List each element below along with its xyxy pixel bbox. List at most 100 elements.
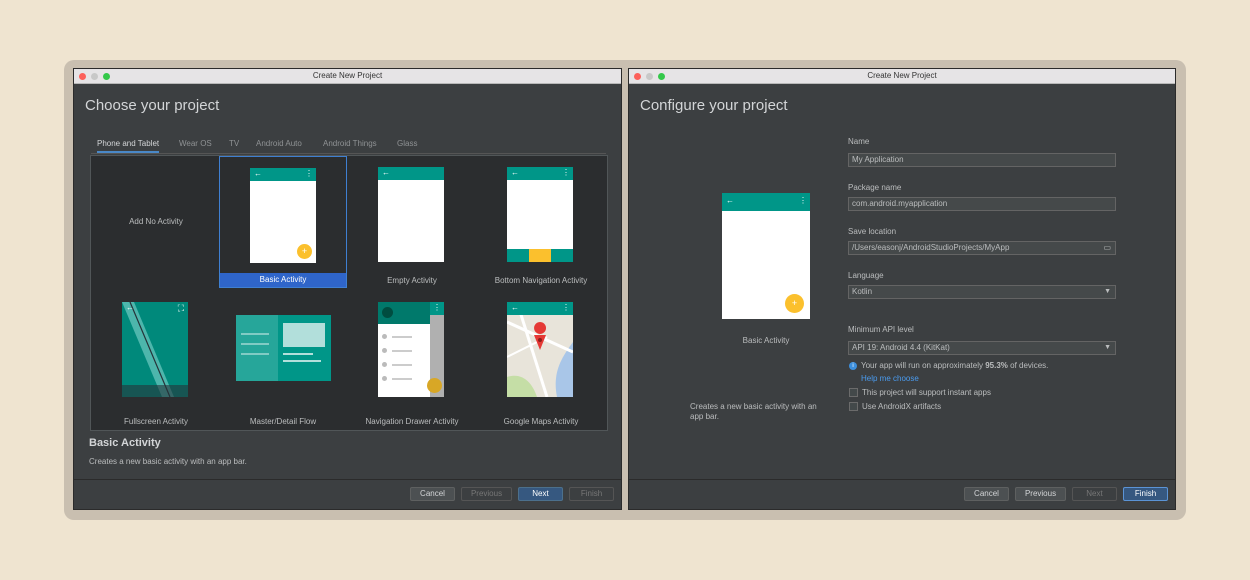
activity-label: Bottom Navigation Activity: [494, 276, 588, 285]
bottom-navigation-thumbnail: ← ⋮: [507, 167, 573, 262]
dialog-footer: Cancel Previous Next Finish: [629, 479, 1175, 509]
map-graphic: [507, 302, 573, 397]
activity-basic-activity[interactable]: ← ⋮ + Basic Activity: [219, 156, 347, 288]
finish-button[interactable]: Finish: [569, 487, 614, 501]
title-bar: Create New Project: [74, 69, 621, 84]
fab-add-icon: +: [785, 294, 804, 313]
tab-tv[interactable]: TV: [229, 139, 239, 148]
previous-button[interactable]: Previous: [461, 487, 512, 501]
back-arrow-icon: ←: [254, 169, 262, 178]
help-me-choose-link[interactable]: Help me choose: [861, 374, 919, 383]
folder-icon[interactable]: ▭: [1103, 242, 1111, 254]
language-label: Language: [848, 271, 884, 280]
coverage-percent: 95.3%: [985, 361, 1008, 370]
activity-label: Empty Activity: [387, 276, 437, 285]
page-title: Configure your project: [640, 97, 788, 114]
save-location-value: /Users/easonj/AndroidStudioProjects/MyAp…: [852, 243, 1010, 252]
master-pane: [236, 315, 278, 381]
basic-activity-thumbnail: ← ⋮ +: [250, 168, 316, 263]
back-arrow-icon: ←: [511, 168, 519, 177]
activity-navigation-drawer[interactable]: ⋮ Navigation Drawer Activity: [348, 294, 476, 426]
google-maps-thumbnail: ← ⋮: [507, 302, 573, 397]
master-detail-thumbnail: [236, 315, 331, 381]
dialog-footer: Cancel Previous Next Finish: [74, 479, 621, 509]
drawer-panel: [378, 302, 430, 397]
overflow-menu-icon: ⋮: [433, 303, 441, 312]
preview-description: Creates a new basic activity with an app…: [690, 402, 817, 421]
back-arrow-icon: ←: [126, 303, 134, 312]
fullscreen-thumbnail: ← ⛶: [122, 302, 188, 397]
fullscreen-diagonal-graphic: [122, 302, 188, 397]
activity-label: Master/Detail Flow: [249, 417, 317, 426]
language-value: Kotlin: [852, 287, 873, 296]
activity-add-no-activity[interactable]: Add No Activity: [92, 157, 220, 289]
androidx-label: Use AndroidX artifacts: [862, 402, 942, 411]
name-field[interactable]: My Application: [848, 153, 1116, 167]
instant-apps-checkbox[interactable]: [849, 388, 858, 397]
back-arrow-icon: ←: [382, 168, 390, 177]
minimum-api-value: API 19: Android 4.4 (KitKat): [852, 343, 950, 352]
device-tabs: Phone and Tablet Wear OS TV Android Auto…: [91, 137, 606, 154]
activity-google-maps[interactable]: ← ⋮ Google Maps Activity: [477, 294, 605, 426]
selected-activity-description: Creates a new basic activity with an app…: [89, 457, 247, 466]
activity-empty-activity[interactable]: ← Empty Activity: [348, 157, 476, 289]
package-name-field[interactable]: com.android.myapplication: [848, 197, 1116, 211]
tab-android-auto[interactable]: Android Auto: [256, 139, 302, 148]
fab-icon: [427, 378, 442, 393]
previous-button[interactable]: Previous: [1015, 487, 1066, 501]
info-prefix: Your app will run on approximately: [861, 361, 986, 370]
detail-pane: [283, 323, 325, 347]
cancel-button[interactable]: Cancel: [964, 487, 1009, 501]
instant-apps-label: This project will support instant apps: [862, 388, 991, 397]
basic-activity-preview: ← ⋮ +: [722, 193, 810, 319]
bottom-nav-bar: [507, 249, 573, 262]
chevron-down-icon: ▼: [1104, 288, 1111, 295]
language-select[interactable]: Kotlin ▼: [848, 285, 1116, 299]
window-title: Create New Project: [867, 71, 937, 80]
activity-grid: Add No Activity ← ⋮ + Basic Activity ← Em…: [90, 155, 608, 431]
chevron-down-icon: ▼: [1104, 344, 1111, 351]
activity-fullscreen[interactable]: ← ⛶ Fullscreen Activity: [92, 294, 220, 426]
minimum-api-select[interactable]: API 19: Android 4.4 (KitKat) ▼: [848, 341, 1116, 355]
tab-phone-and-tablet[interactable]: Phone and Tablet: [97, 139, 160, 153]
back-arrow-icon: ←: [511, 303, 519, 312]
overflow-menu-icon: ⋮: [562, 303, 570, 312]
activity-bottom-navigation[interactable]: ← ⋮ Bottom Navigation Activity: [477, 157, 605, 289]
info-suffix: of devices.: [1007, 361, 1049, 370]
activity-master-detail-flow[interactable]: Master/Detail Flow: [219, 294, 347, 426]
title-bar: Create New Project: [629, 69, 1175, 84]
preview-label: Basic Activity: [742, 336, 790, 345]
package-name-label: Package name: [848, 183, 902, 192]
bottom-nav-selected-item: [529, 249, 551, 262]
tab-wear-os[interactable]: Wear OS: [179, 139, 212, 148]
finish-button[interactable]: Finish: [1123, 487, 1168, 501]
back-arrow-icon: ←: [726, 196, 734, 205]
next-button[interactable]: Next: [518, 487, 563, 501]
minimum-api-label: Minimum API level: [848, 325, 914, 334]
activity-label: Fullscreen Activity: [123, 417, 189, 426]
configure-project-window: Create New Project Configure your projec…: [628, 68, 1176, 510]
selected-activity-title: Basic Activity: [89, 437, 161, 449]
tab-android-things[interactable]: Android Things: [323, 139, 377, 148]
empty-activity-thumbnail: ←: [378, 167, 444, 262]
overflow-menu-icon: ⋮: [799, 196, 807, 205]
fullscreen-icon: ⛶: [177, 303, 184, 313]
page-title: Choose your project: [85, 97, 220, 114]
choose-project-window: Create New Project Choose your project P…: [73, 68, 622, 510]
next-button[interactable]: Next: [1072, 487, 1117, 501]
drawer-avatar: [382, 307, 393, 318]
cancel-button[interactable]: Cancel: [410, 487, 455, 501]
navigation-drawer-thumbnail: ⋮: [378, 302, 444, 397]
api-coverage-info: Your app will run on approximately 95.3%…: [861, 361, 1048, 370]
info-icon: i: [849, 362, 857, 370]
name-label: Name: [848, 137, 870, 146]
activity-label: Google Maps Activity: [503, 417, 579, 426]
save-location-field[interactable]: /Users/easonj/AndroidStudioProjects/MyAp…: [848, 241, 1116, 255]
androidx-checkbox[interactable]: [849, 402, 858, 411]
activity-label: Navigation Drawer Activity: [365, 417, 459, 426]
save-location-label: Save location: [848, 227, 897, 236]
overflow-menu-icon: ⋮: [562, 168, 570, 177]
overflow-menu-icon: ⋮: [305, 169, 313, 178]
tab-glass[interactable]: Glass: [397, 139, 417, 148]
activity-label: Basic Activity: [220, 273, 346, 287]
